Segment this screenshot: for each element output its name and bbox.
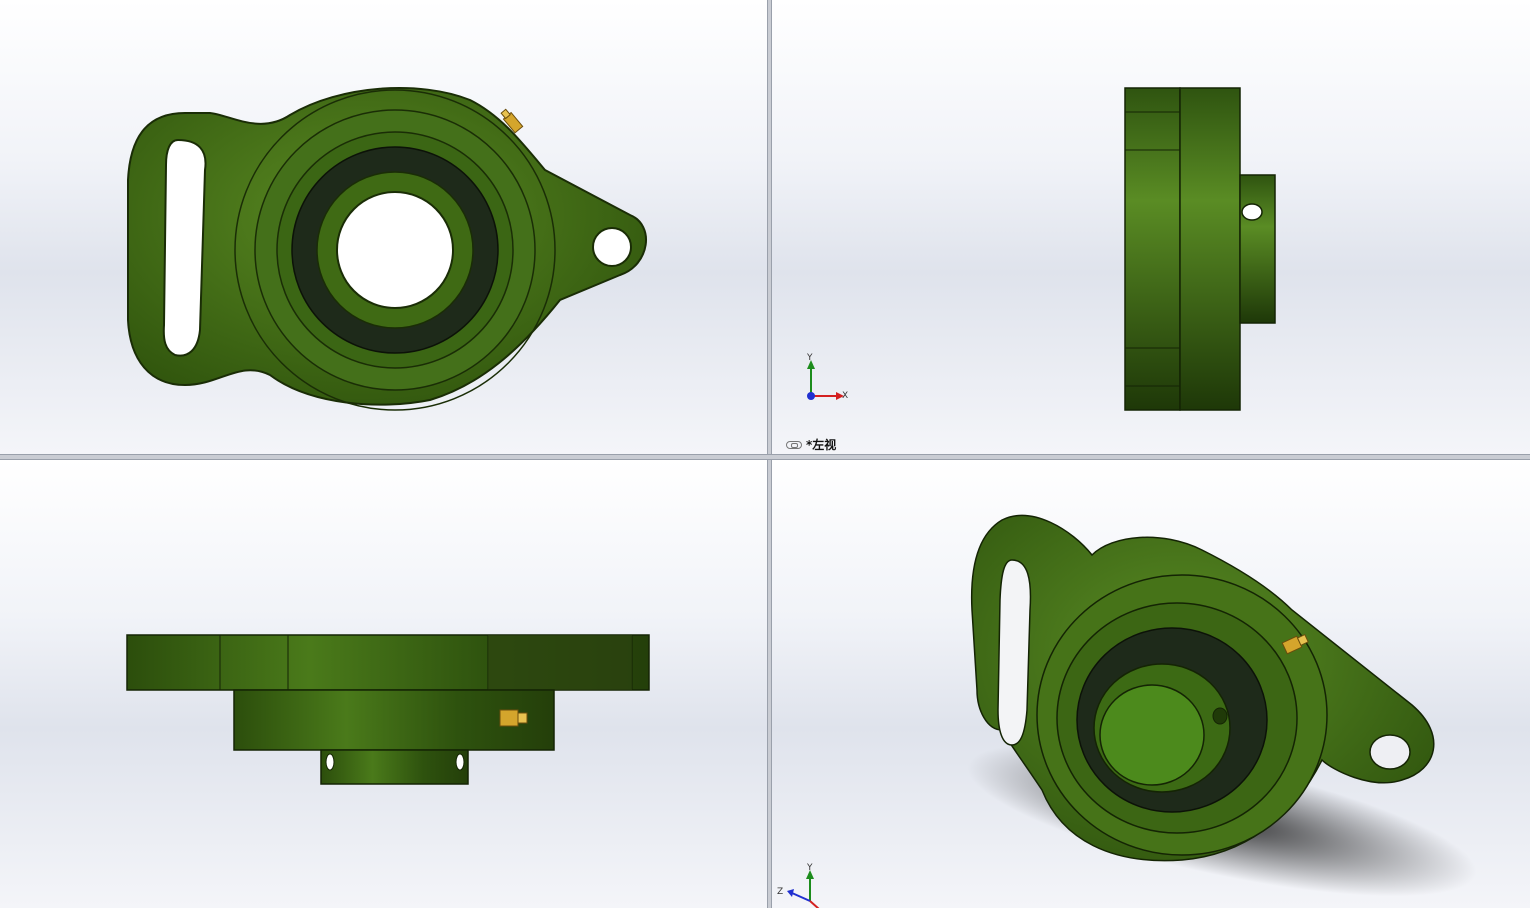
axis-z-label-iso: Z: [777, 887, 784, 897]
horizontal-splitter[interactable]: [0, 454, 1530, 460]
mount-hole: [592, 227, 632, 267]
slot-iso: [997, 559, 1032, 746]
slot-hole: [162, 138, 207, 357]
axis-x-label: X: [842, 391, 849, 401]
view-name-text: *左视: [806, 438, 837, 452]
collar-side: [1239, 174, 1276, 324]
front-view-drawing: [127, 87, 647, 411]
axis-triad: Y X: [802, 353, 862, 405]
collar-top: [320, 749, 469, 785]
quad-viewport-area: Y X *左视 Y Z: [0, 0, 1530, 908]
housing-side: [1179, 87, 1241, 411]
isometric-view-viewport[interactable]: Y Z: [772, 460, 1530, 908]
mount-hole-iso: [1369, 734, 1411, 770]
isometric-view-drawing: [967, 514, 1477, 897]
flange-side: [1124, 87, 1181, 411]
axis-y-label: Y: [807, 353, 813, 363]
top-view-viewport[interactable]: [0, 460, 767, 908]
set-screw-hole: [1241, 203, 1263, 221]
left-view-drawing: [1124, 87, 1276, 411]
front-view-viewport[interactable]: [0, 0, 767, 454]
view-name-label: *左视: [786, 436, 836, 453]
left-view-viewport[interactable]: Y X *左视: [772, 0, 1530, 454]
axis-triad-iso: Y Z: [777, 863, 837, 908]
axis-y-label-iso: Y: [807, 863, 813, 873]
bore: [336, 191, 454, 309]
top-view-drawing: [126, 634, 650, 785]
link-icon: [786, 440, 802, 449]
